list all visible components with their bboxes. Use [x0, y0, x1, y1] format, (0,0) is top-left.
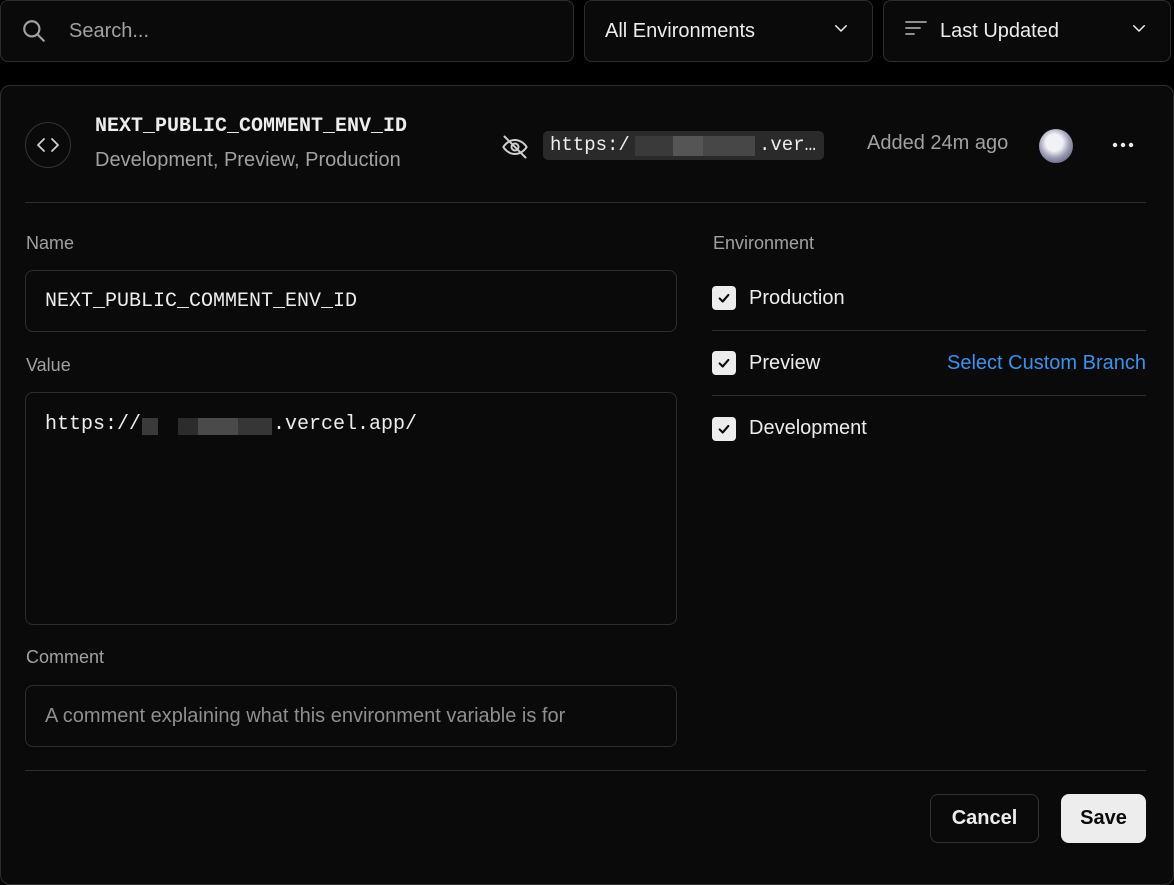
sort-select-label: Last Updated	[940, 19, 1059, 42]
check-icon	[718, 358, 730, 368]
chevron-down-icon	[832, 19, 850, 43]
more-horizontal-icon	[1111, 136, 1135, 154]
comment-label: Comment	[26, 647, 105, 667]
variable-name: NEXT_PUBLIC_COMMENT_ENV_ID	[95, 115, 408, 138]
select-custom-branch-link[interactable]: Select Custom Branch	[947, 352, 1146, 375]
check-icon	[718, 424, 730, 434]
avatar	[1039, 129, 1073, 163]
divider	[25, 770, 1146, 771]
environment-option-label: Production	[749, 286, 845, 309]
redacted-block	[178, 418, 198, 435]
sort-lines-icon	[904, 18, 928, 44]
divider	[25, 202, 1146, 203]
masked-value-prefix: https:/	[550, 134, 630, 156]
more-options-button[interactable]	[1105, 130, 1141, 160]
checkbox-development[interactable]	[712, 416, 736, 441]
redacted-block	[238, 418, 272, 435]
environment-filter-label: All Environments	[605, 19, 756, 42]
environment-option-label: Development	[749, 417, 867, 439]
value-label: Value	[26, 355, 71, 375]
check-icon	[718, 293, 730, 303]
redacted-block	[703, 136, 755, 156]
name-field-value: NEXT_PUBLIC_COMMENT_ENV_ID	[45, 289, 358, 313]
search-icon	[21, 18, 47, 44]
sort-select[interactable]: Last Updated	[883, 0, 1171, 62]
redacted-block	[673, 136, 703, 156]
chevron-down-icon	[1130, 19, 1148, 43]
added-timestamp: Added 24m ago	[867, 132, 1009, 154]
checkbox-preview[interactable]	[712, 351, 736, 375]
cancel-button[interactable]: Cancel	[930, 794, 1039, 843]
environment-filter-select[interactable]: All Environments	[584, 0, 873, 62]
environment-label: Environment	[713, 233, 815, 253]
checkbox-production[interactable]	[712, 286, 736, 310]
redacted-block	[198, 418, 238, 435]
comment-field[interactable]: A comment explaining what this environme…	[25, 685, 677, 747]
comment-placeholder: A comment explaining what this environme…	[45, 704, 566, 727]
masked-value[interactable]: https:/ .ver…	[543, 131, 824, 160]
code-brackets-icon	[25, 122, 71, 168]
env-variable-card: NEXT_PUBLIC_COMMENT_ENV_ID Development, …	[0, 85, 1174, 885]
value-field-suffix: .vercel.app/	[273, 413, 418, 436]
masked-value-suffix: .ver…	[758, 134, 816, 156]
name-field[interactable]: NEXT_PUBLIC_COMMENT_ENV_ID	[25, 270, 677, 332]
variable-environments: Development, Preview, Production	[95, 149, 401, 171]
environment-option-label: Preview	[749, 351, 821, 374]
redacted-block	[142, 418, 158, 435]
eye-off-icon[interactable]	[501, 133, 529, 161]
search-input[interactable]	[67, 18, 547, 44]
environment-option-production[interactable]: Production	[712, 266, 1146, 331]
redacted-block	[635, 136, 673, 156]
search-box[interactable]	[0, 0, 574, 62]
save-button[interactable]: Save	[1061, 794, 1146, 843]
environment-option-preview[interactable]: Preview Select Custom Branch	[712, 331, 1146, 396]
value-field[interactable]: https:// .vercel.app/	[25, 392, 677, 625]
environment-option-development[interactable]: Development	[712, 396, 1146, 461]
name-label: Name	[26, 233, 75, 253]
value-field-prefix: https://	[45, 413, 142, 436]
